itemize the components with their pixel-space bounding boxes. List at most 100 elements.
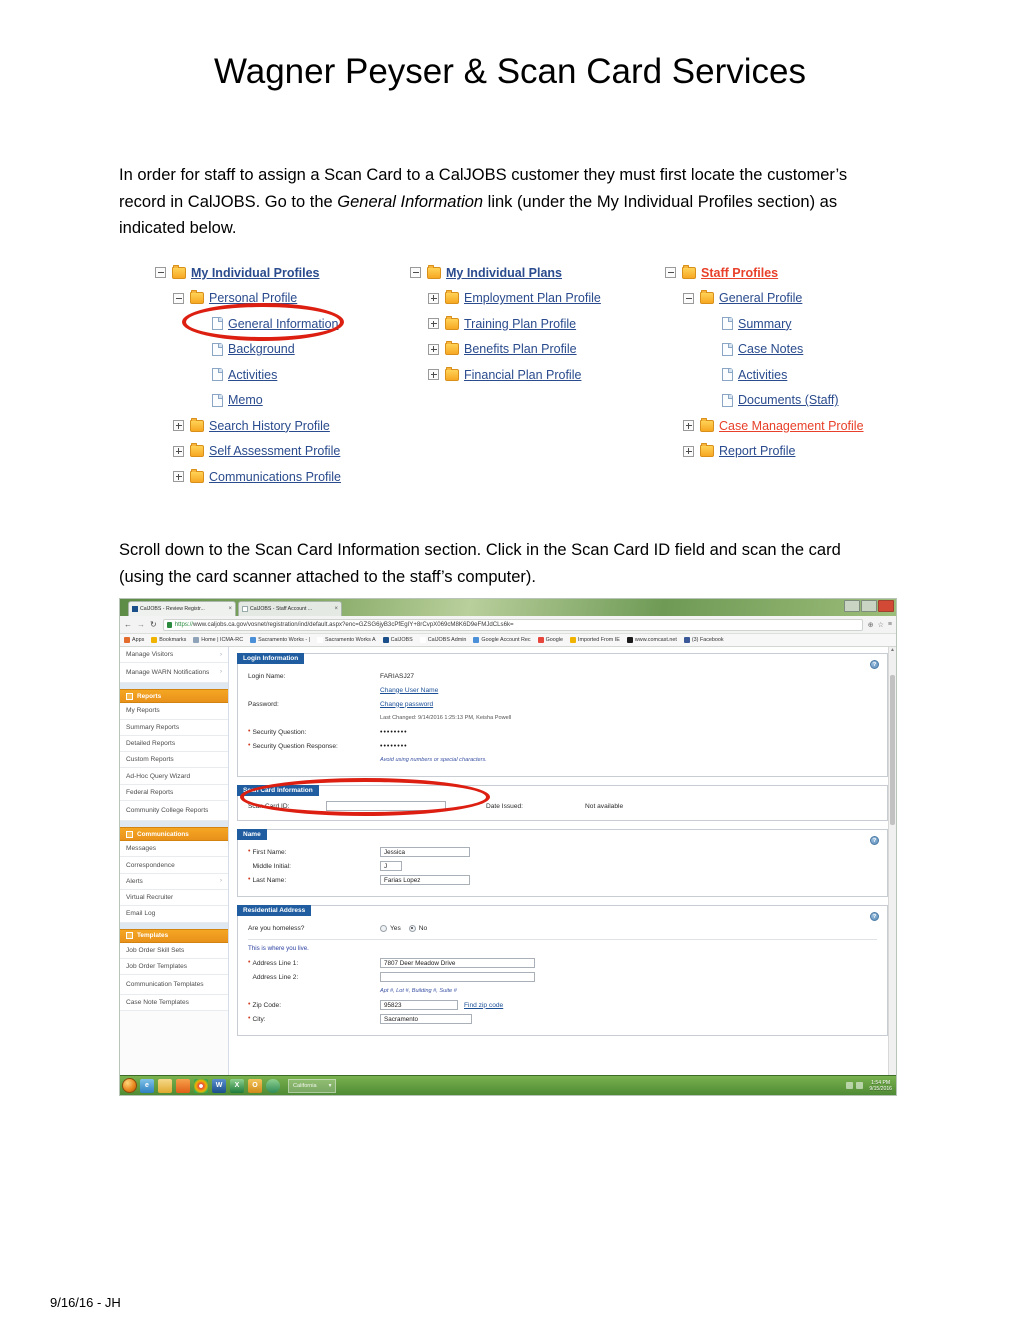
address-bar[interactable]: https://www.caljobs.ca.gov/vosnet/regist… [162, 618, 863, 631]
scrollbar-thumb[interactable] [890, 675, 895, 825]
word-icon[interactable]: W [212, 1078, 226, 1093]
zoom-icon[interactable]: ⊕ [868, 621, 874, 629]
pdf-icon[interactable] [266, 1078, 280, 1093]
sidebar-item-federal-reports[interactable]: Federal Reports [120, 784, 228, 802]
expand-toggle-icon[interactable] [428, 318, 439, 330]
bookmark-item[interactable]: Google Account Rec [473, 637, 531, 643]
collapse-toggle-icon[interactable] [155, 267, 166, 279]
media-icon[interactable] [176, 1078, 190, 1093]
expand-toggle-icon[interactable] [173, 420, 184, 432]
sidebar-item-community-college-reports[interactable]: Community College Reports [120, 801, 228, 822]
homeless-yes-radio[interactable] [380, 924, 387, 932]
expand-toggle-icon[interactable] [428, 343, 439, 355]
bookmark-item[interactable]: www.comcast.net [626, 637, 677, 643]
collapse-box-icon[interactable] [126, 932, 133, 940]
expand-toggle-icon[interactable] [428, 292, 439, 304]
tree-root-node[interactable]: My Individual Plans [410, 260, 601, 286]
tree-node[interactable]: Self Assessment Profile [155, 439, 341, 465]
tree-node[interactable]: Activities [665, 362, 864, 388]
help-icon[interactable]: ? [870, 912, 879, 921]
collapse-toggle-icon[interactable] [173, 292, 184, 304]
help-icon[interactable]: ? [870, 660, 879, 669]
tree-node[interactable]: Financial Plan Profile [410, 362, 601, 388]
last-name-input[interactable]: Farias Lopez [380, 875, 470, 885]
bookmark-item[interactable]: CalJOBS Admin [419, 637, 466, 643]
find-zip-code-link[interactable]: Find zip code [464, 1002, 503, 1009]
first-name-input[interactable]: Jessica [380, 847, 470, 857]
outlook-icon[interactable]: O [248, 1078, 262, 1093]
scan-card-id-input[interactable] [326, 801, 446, 811]
sidebar-item-job-order-skill-sets[interactable]: Job Order Skill Sets [120, 942, 228, 959]
tray-network-icon[interactable] [846, 1082, 854, 1089]
tree-node[interactable]: Report Profile [665, 439, 864, 465]
tree-node[interactable]: Documents (Staff) [665, 388, 864, 414]
bookmark-item[interactable]: Bookmarks [151, 637, 186, 643]
browser-tab-0[interactable]: CalJOBS - Review Registr... × [128, 601, 236, 616]
reload-icon[interactable]: ↻ [150, 620, 157, 629]
taskbar-clock[interactable]: 1:54 PM 9/15/2016 [866, 1080, 892, 1092]
tree-node[interactable]: Personal Profile [155, 286, 341, 312]
tree-node[interactable]: Benefits Plan Profile [410, 337, 601, 363]
tray-volume-icon[interactable] [856, 1082, 864, 1089]
excel-icon[interactable]: X [230, 1078, 244, 1093]
collapse-box-icon[interactable] [126, 830, 133, 838]
bookmark-item[interactable]: Apps [124, 637, 144, 643]
collapse-box-icon[interactable] [126, 692, 133, 700]
zip-code-input[interactable]: 95823 [380, 1000, 458, 1010]
bookmark-item[interactable]: Home | ICMA-RC [193, 637, 243, 643]
tree-node[interactable]: Training Plan Profile [410, 311, 601, 337]
browser-tab-1[interactable]: CalJOBS - Staff Account ... × [238, 601, 342, 616]
bookmark-item[interactable]: Google [537, 637, 563, 643]
sidebar-item-email-log[interactable]: Email Log [120, 906, 228, 923]
back-icon[interactable]: ← [124, 620, 132, 629]
close-icon[interactable]: × [331, 606, 338, 612]
tree-node[interactable]: General Information [155, 311, 341, 337]
expand-toggle-icon[interactable] [683, 445, 694, 457]
tree-node[interactable]: Background [155, 337, 341, 363]
bookmark-item[interactable]: Sacramento Works - | [250, 637, 310, 643]
bookmark-item[interactable]: CalJOBS [382, 637, 413, 643]
sidebar-item-manage-visitors[interactable]: Manage Visitors › [120, 647, 228, 664]
start-button-icon[interactable] [122, 1078, 137, 1093]
sidebar-item-communication-templates[interactable]: Communication Templates [120, 975, 228, 996]
expand-toggle-icon[interactable] [683, 420, 694, 432]
tree-node[interactable]: Memo [155, 388, 341, 414]
sidebar-item-summary-reports[interactable]: Summary Reports [120, 719, 228, 736]
nav-group-header-templates[interactable]: Templates [120, 928, 228, 943]
tree-node[interactable]: Case Management Profile [665, 413, 864, 439]
sidebar-item-ad-hoc-query-wizard[interactable]: Ad-Hoc Query Wizard [120, 768, 228, 785]
browser-menu-icon[interactable]: ≡ [888, 621, 892, 628]
forward-icon[interactable]: → [137, 620, 145, 629]
middle-initial-input[interactable]: J [380, 861, 402, 871]
tree-node[interactable]: Summary [665, 311, 864, 337]
sidebar-item-manage-warn-notifications[interactable]: Manage WARN Notifications › [120, 663, 228, 684]
sidebar-item-detailed-reports[interactable]: Detailed Reports [120, 735, 228, 753]
collapse-toggle-icon[interactable] [410, 267, 421, 279]
address-line-1-input[interactable]: 7807 Deer Meadow Drive [380, 958, 535, 968]
sidebar-item-messages[interactable]: Messages [120, 841, 228, 858]
tree-node[interactable]: Search History Profile [155, 413, 341, 439]
nav-group-header-reports[interactable]: Reports [120, 689, 228, 704]
tree-root-node[interactable]: Staff Profiles [665, 260, 864, 286]
sidebar-item-virtual-recruiter[interactable]: Virtual Recruiter [120, 889, 228, 907]
bookmark-star-icon[interactable]: ☆ [878, 621, 884, 629]
tree-node[interactable]: Employment Plan Profile [410, 286, 601, 312]
sidebar-item-correspondence[interactable]: Correspondence [120, 857, 228, 874]
collapse-toggle-icon[interactable] [683, 292, 694, 304]
collapse-toggle-icon[interactable] [665, 267, 676, 279]
close-window-button[interactable] [878, 600, 894, 612]
sidebar-item-my-reports[interactable]: My Reports [120, 703, 228, 720]
expand-toggle-icon[interactable] [428, 369, 439, 381]
close-icon[interactable]: × [225, 606, 232, 612]
sidebar-item-job-order-templates[interactable]: Job Order Templates [120, 958, 228, 976]
expand-toggle-icon[interactable] [173, 445, 184, 457]
nav-group-header-communications[interactable]: Communications [120, 827, 228, 842]
ie-icon[interactable]: e [140, 1078, 154, 1093]
explorer-icon[interactable] [158, 1078, 172, 1093]
page-scrollbar[interactable]: ▲ ▼ [888, 647, 896, 1095]
homeless-no-radio[interactable] [408, 924, 416, 932]
tree-node[interactable]: Case Notes [665, 337, 864, 363]
tree-node[interactable]: General Profile [665, 286, 864, 312]
bookmark-item[interactable]: Imported From IE [569, 637, 620, 643]
tree-node[interactable]: Activities [155, 362, 341, 388]
